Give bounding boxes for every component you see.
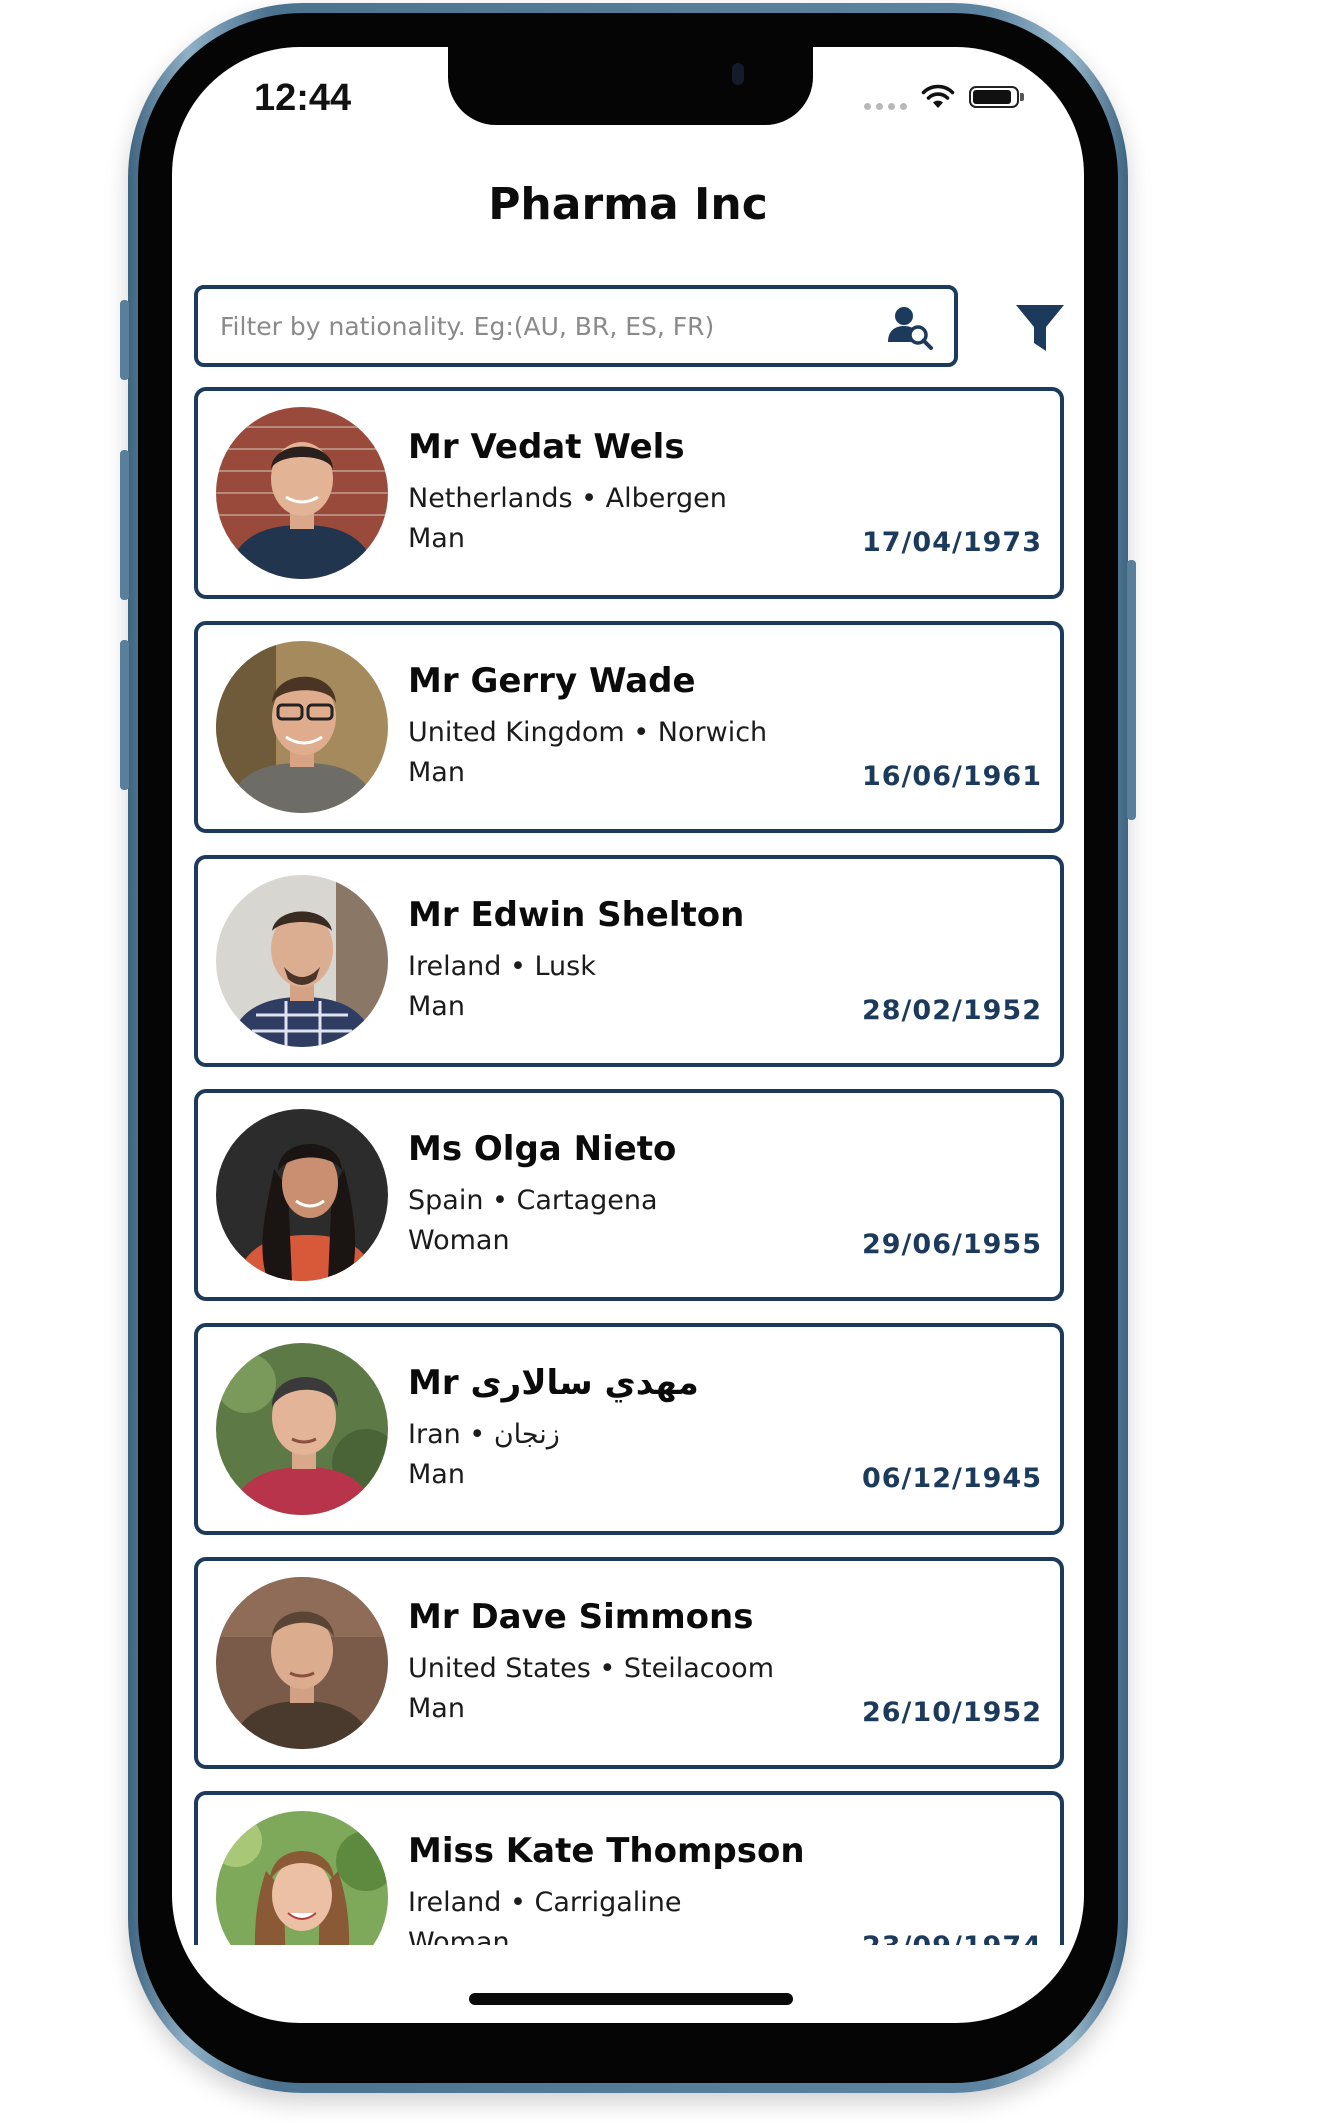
patient-card[interactable]: Miss Kate Thompson Ireland • Carrigaline…	[194, 1791, 1064, 1945]
search-field[interactable]	[194, 285, 958, 367]
patient-name: Mr Edwin Shelton	[408, 895, 745, 935]
patient-location: United Kingdom • Norwich	[408, 717, 768, 748]
patient-birth-date: 29/06/1955	[861, 1229, 1042, 1260]
patient-list: Mr Vedat Wels Netherlands • Albergen Man…	[194, 387, 1064, 1945]
patient-location: Ireland • Lusk	[408, 951, 596, 982]
avatar	[216, 1109, 388, 1281]
patient-gender: Woman	[408, 1225, 510, 1256]
patient-card[interactable]: Mr مهدي سالارى Iran • زنجان Man 06/12/19…	[194, 1323, 1064, 1535]
patient-birth-date: 28/02/1952	[861, 995, 1042, 1026]
patient-location: Spain • Cartagena	[408, 1185, 658, 1216]
patient-gender: Man	[408, 1459, 465, 1490]
avatar	[216, 407, 388, 579]
patient-name: Miss Kate Thompson	[408, 1831, 805, 1871]
patient-location: United States • Steilacoom	[408, 1653, 774, 1684]
filter-funnel-icon[interactable]	[1014, 301, 1066, 355]
patient-card[interactable]: Mr Vedat Wels Netherlands • Albergen Man…	[194, 387, 1064, 599]
patient-birth-date: 17/04/1973	[861, 527, 1042, 558]
cellular-signal-icon	[864, 103, 907, 110]
battery-icon	[969, 85, 1024, 108]
patient-name: Mr مهدي سالارى	[408, 1363, 699, 1403]
avatar	[216, 875, 388, 1047]
page-title: Pharma Inc	[488, 179, 768, 230]
patient-location: Iran • زنجان	[408, 1419, 560, 1450]
home-indicator	[469, 1993, 793, 2005]
patient-card[interactable]: Mr Gerry Wade United Kingdom • Norwich M…	[194, 621, 1064, 833]
patient-name: Mr Vedat Wels	[408, 427, 685, 467]
patient-card[interactable]: Ms Olga Nieto Spain • Cartagena Woman 29…	[194, 1089, 1064, 1301]
volume-down-button	[120, 640, 129, 790]
front-camera	[732, 63, 744, 85]
power-button	[1127, 560, 1136, 820]
patient-card[interactable]: Mr Dave Simmons United States • Steilaco…	[194, 1557, 1064, 1769]
patient-gender: Man	[408, 1693, 465, 1724]
volume-up-button	[120, 450, 129, 600]
patient-name: Mr Dave Simmons	[408, 1597, 754, 1637]
wifi-icon	[921, 84, 955, 108]
avatar	[216, 1811, 388, 1945]
patient-gender: Man	[408, 991, 465, 1022]
avatar	[216, 641, 388, 813]
patient-location: Netherlands • Albergen	[408, 483, 727, 514]
patient-birth-date: 23/09/1974	[862, 1931, 1042, 1945]
app-screen: 12:44 Pharma Inc Filter by nationality. …	[172, 47, 1084, 2023]
patient-location: Ireland • Carrigaline	[408, 1887, 682, 1918]
patient-name: Ms Olga Nieto	[408, 1129, 677, 1169]
patient-birth-date: 06/12/1945	[861, 1463, 1042, 1494]
status-icons	[864, 83, 1024, 110]
notch	[448, 47, 813, 125]
patient-gender: Man	[408, 757, 465, 788]
status-time: 12:44	[254, 77, 352, 119]
patient-gender: Man	[408, 523, 465, 554]
patient-gender: Woman	[408, 1927, 510, 1945]
avatar	[216, 1343, 388, 1515]
user-search-icon[interactable]	[886, 302, 934, 350]
avatar	[216, 1577, 388, 1749]
search-input[interactable]	[218, 310, 886, 342]
silent-switch	[120, 300, 129, 380]
patient-card[interactable]: Mr Edwin Shelton Ireland • Lusk Man 28/0…	[194, 855, 1064, 1067]
patient-birth-date: 26/10/1952	[861, 1697, 1042, 1728]
patient-birth-date: 16/06/1961	[861, 761, 1042, 792]
patient-name: Mr Gerry Wade	[408, 661, 696, 701]
